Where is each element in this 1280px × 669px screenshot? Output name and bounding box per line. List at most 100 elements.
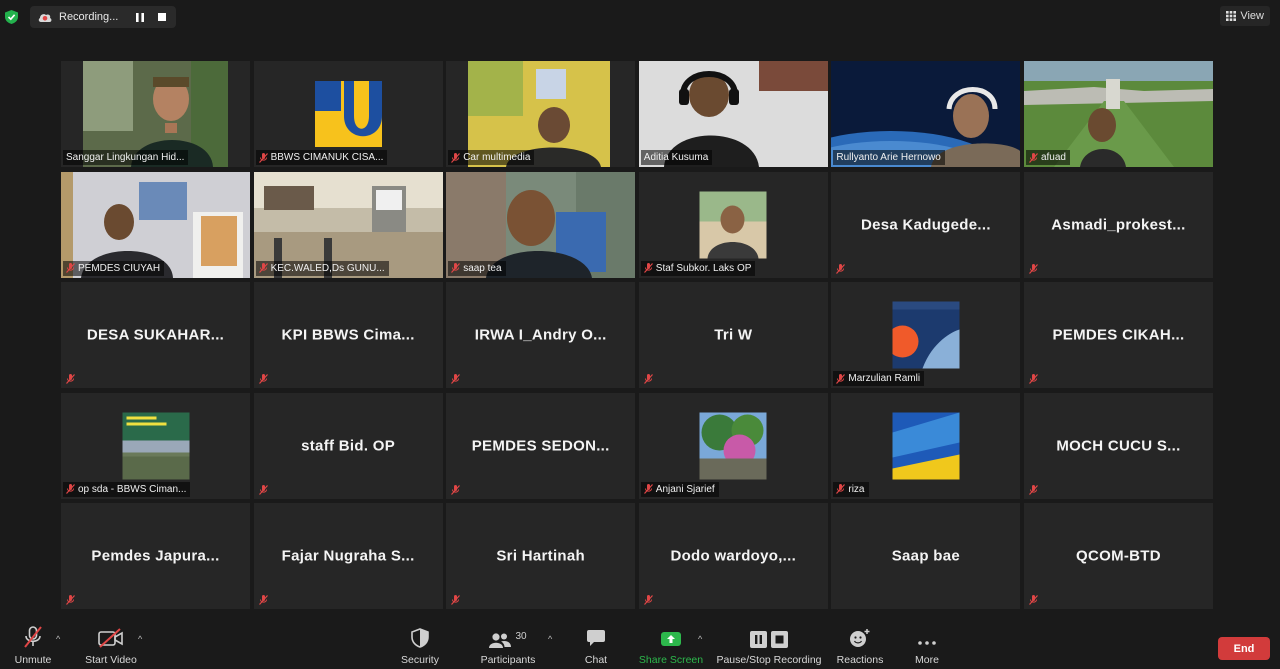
- participant-display-name: QCOM-BTD: [1076, 547, 1161, 565]
- participant-tile[interactable]: riza: [831, 392, 1021, 499]
- mic-muted-icon: [836, 263, 846, 274]
- participant-tile[interactable]: Tri W: [638, 282, 828, 388]
- participant-name-label: Rullyanto Arie Hernowo: [833, 150, 945, 165]
- participant-tile[interactable]: afuad: [1023, 61, 1213, 167]
- participant-tile[interactable]: staff Bid. OP: [253, 392, 443, 499]
- security-label: Security: [401, 654, 439, 666]
- camera-off-icon: [98, 628, 123, 648]
- chat-button[interactable]: Chat: [578, 620, 614, 669]
- participant-tile[interactable]: Aditia Kusuma: [638, 61, 828, 167]
- participant-tile[interactable]: PEMDES CIKAH...: [1023, 282, 1213, 388]
- chat-label: Chat: [584, 654, 608, 666]
- participant-tile[interactable]: saap tea: [446, 171, 636, 278]
- mic-muted-icon: [643, 484, 653, 494]
- share-options-caret[interactable]: ^: [698, 634, 702, 644]
- mic-muted-icon: [836, 484, 846, 494]
- participant-tile[interactable]: Rullyanto Arie Hernowo: [831, 61, 1021, 167]
- participant-tile[interactable]: Asmadi_prokest...: [1023, 171, 1213, 278]
- cloud-recording-icon: [38, 14, 52, 22]
- participant-display-name: PEMDES SEDON...: [471, 437, 610, 454]
- participant-profile-picture: [892, 412, 960, 479]
- participant-tile[interactable]: Car multimedia: [446, 61, 636, 167]
- security-button[interactable]: Security: [398, 620, 442, 669]
- participants-button[interactable]: 30 Participants: [478, 620, 538, 669]
- mic-muted-icon: [258, 484, 268, 495]
- end-meeting-button[interactable]: End: [1218, 637, 1270, 660]
- participant-tile[interactable]: Anjani Sjarief: [638, 392, 828, 499]
- mic-muted-icon: [643, 595, 653, 605]
- participant-tile[interactable]: op sda - BBWS Ciman...: [61, 392, 250, 499]
- shield-icon: [411, 628, 429, 648]
- participant-tile[interactable]: KEC.WALED,Ds GUNU...: [253, 171, 443, 278]
- participant-tile[interactable]: PEMDES CIUYAH: [61, 171, 250, 278]
- participant-tile[interactable]: Staf Subkor. Laks OP: [638, 171, 828, 278]
- video-options-caret[interactable]: ^: [138, 634, 142, 644]
- participant-display-name: MOCH CUCU S...: [1056, 437, 1181, 454]
- stop-icon: [158, 13, 166, 21]
- mic-muted-icon: [643, 374, 653, 384]
- microphone-muted-icon: [24, 626, 42, 648]
- participant-display-name: DESA SUKAHAR...: [86, 326, 225, 344]
- stop-recording-button[interactable]: [153, 8, 171, 26]
- mic-muted-icon: [66, 263, 75, 273]
- participants-count: 30: [515, 631, 527, 642]
- participant-tile[interactable]: Fajar Nugraha S...: [253, 503, 443, 609]
- mic-muted-icon: [258, 595, 268, 605]
- start-video-button[interactable]: Start Video: [80, 620, 142, 669]
- reactions-button[interactable]: Reactions: [835, 620, 885, 669]
- share-screen-icon: [661, 632, 681, 646]
- mic-muted-icon: [1029, 484, 1038, 495]
- mic-muted-icon: [1029, 595, 1038, 605]
- participant-display-name: Dodo wardoyo,...: [670, 547, 797, 565]
- participant-display-name: PEMDES CIKAH...: [1052, 326, 1185, 344]
- participant-tile[interactable]: Dodo wardoyo,...: [638, 503, 828, 609]
- more-label: More: [915, 654, 939, 666]
- participant-name-label: Car multimedia: [448, 150, 535, 165]
- participant-tile[interactable]: Sanggar Lingkungan Hid...: [61, 61, 250, 167]
- grid-view-icon: [1226, 11, 1237, 21]
- participant-display-name: Saap bae: [891, 547, 961, 565]
- participant-tile[interactable]: IRWA I_Andry O...: [446, 282, 636, 388]
- participant-display-name: KPI BBWS Cima...: [281, 326, 415, 344]
- participant-tile[interactable]: Marzulian Ramli: [831, 282, 1021, 388]
- participant-tile[interactable]: Desa Kadugede...: [831, 171, 1021, 278]
- view-button[interactable]: View: [1220, 6, 1270, 26]
- participant-tile[interactable]: Pemdes Japura...: [61, 503, 250, 609]
- participant-name-label: BBWS CIMANUK CISA...: [255, 150, 388, 165]
- participant-name-label: KEC.WALED,Ds GUNU...: [255, 260, 389, 276]
- share-screen-button[interactable]: Share Screen: [638, 620, 704, 669]
- pause-recording-button[interactable]: [131, 8, 149, 26]
- recording-controls-label: Pause/Stop Recording: [716, 654, 822, 666]
- pause-icon: [136, 12, 144, 22]
- stop-recording-icon: [771, 631, 788, 648]
- audio-options-caret[interactable]: ^: [56, 634, 60, 644]
- mic-muted-icon: [451, 374, 461, 384]
- participant-profile-picture: [892, 301, 960, 369]
- unmute-button[interactable]: Unmute: [10, 620, 56, 669]
- participant-profile-picture: [699, 412, 767, 479]
- participant-tile[interactable]: BBWS CIMANUK CISA...: [253, 61, 443, 167]
- meeting-toolbar: Unmute ^ Start Video ^ Security 30 Parti…: [0, 620, 1280, 669]
- mic-muted-icon: [451, 263, 461, 273]
- participant-tile[interactable]: QCOM-BTD: [1023, 503, 1213, 609]
- participant-name-label: Marzulian Ramli: [833, 371, 925, 386]
- participant-name-label: Staf Subkor. Laks OP: [640, 260, 756, 276]
- participant-tile[interactable]: KPI BBWS Cima...: [253, 282, 443, 388]
- participant-display-name: Asmadi_prokest...: [1051, 216, 1186, 233]
- pause-stop-recording-button[interactable]: Pause/Stop Recording: [716, 620, 822, 669]
- mic-muted-icon: [1029, 152, 1038, 163]
- mic-muted-icon: [451, 595, 461, 605]
- mic-muted-icon: [1029, 374, 1038, 384]
- participants-options-caret[interactable]: ^: [548, 634, 552, 644]
- participant-tile[interactable]: DESA SUKAHAR...: [61, 282, 250, 388]
- participant-tile[interactable]: PEMDES SEDON...: [446, 392, 636, 499]
- mic-muted-icon: [66, 484, 75, 494]
- participant-display-name: Fajar Nugraha S...: [281, 547, 415, 565]
- participant-name-label: Anjani Sjarief: [640, 481, 719, 497]
- participant-tile[interactable]: Sri Hartinah: [446, 503, 636, 609]
- emoji-reaction-icon: [850, 629, 870, 647]
- mic-muted-icon: [258, 152, 268, 163]
- participant-tile[interactable]: Saap bae: [831, 503, 1021, 609]
- participant-tile[interactable]: MOCH CUCU S...: [1023, 392, 1213, 499]
- more-button[interactable]: More: [908, 620, 946, 669]
